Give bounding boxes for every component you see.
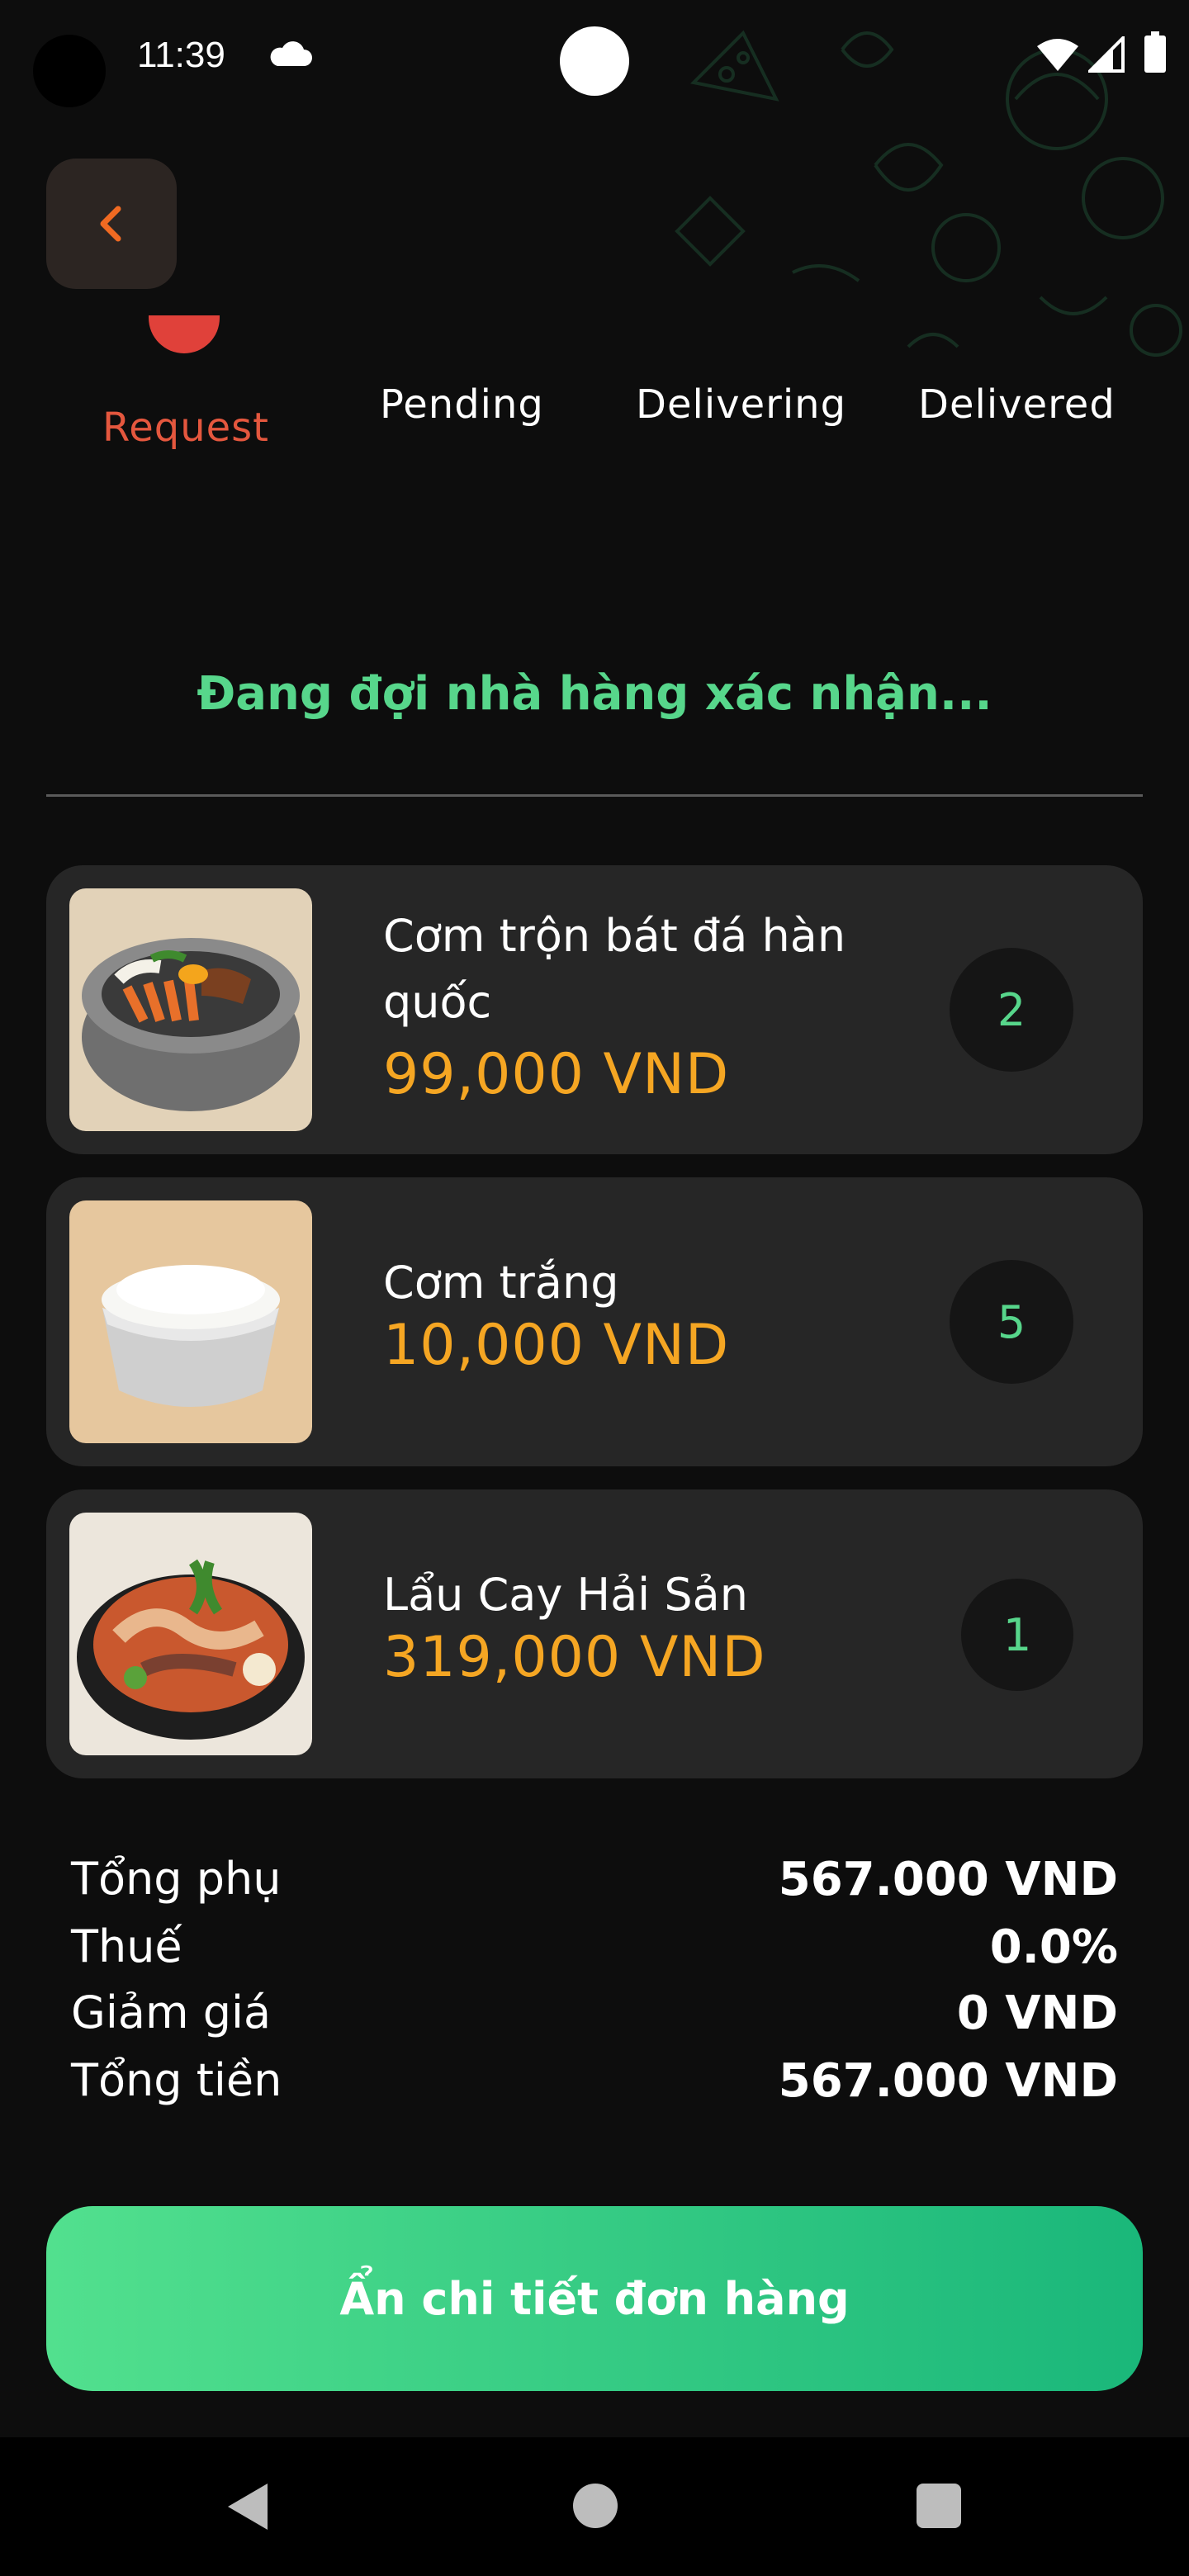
battery-icon — [1144, 31, 1166, 73]
subtotal-label: Tổng phụ — [71, 1853, 282, 1905]
order-item-card[interactable]: Lẩu Cay Hải Sản 319,000 VND 1 — [46, 1489, 1143, 1778]
camera-cutout — [33, 35, 106, 107]
divider — [46, 794, 1143, 797]
nav-home-icon[interactable] — [573, 2484, 618, 2528]
tax-label: Thuế — [71, 1920, 182, 1972]
item-name: Cơm trắng — [383, 1257, 619, 1309]
nav-recents-icon[interactable] — [917, 2484, 961, 2528]
subtotal-value: 567.000 VND — [778, 1853, 1118, 1906]
item-name: Lẩu Cay Hải Sản — [383, 1569, 748, 1621]
cloud-icon — [270, 41, 312, 66]
wifi-icon — [1037, 39, 1078, 71]
quantity-badge: 1 — [961, 1579, 1073, 1691]
step-pending: Pending — [380, 381, 544, 428]
item-price: 319,000 VND — [383, 1625, 766, 1690]
quantity-badge: 5 — [950, 1260, 1073, 1384]
status-bar: 11:39 — [0, 0, 1189, 116]
order-item-card[interactable]: Cơm trắng 10,000 VND 5 — [46, 1177, 1143, 1466]
step-request: Request — [102, 405, 269, 451]
order-tracking-screen: 11:39 Request Pending Delivering Deliver… — [0, 0, 1189, 2576]
system-navigation-bar — [0, 2437, 1189, 2576]
discount-label: Giảm giá — [71, 1986, 272, 2039]
step-delivering: Delivering — [636, 381, 847, 428]
tax-value: 0.0% — [989, 1920, 1118, 1974]
item-price: 99,000 VND — [383, 1042, 730, 1107]
hide-order-details-button[interactable]: Ẩn chi tiết đơn hàng — [46, 2206, 1143, 2391]
front-camera — [560, 26, 629, 96]
back-button[interactable] — [46, 159, 177, 289]
quantity-badge: 2 — [950, 948, 1073, 1072]
step-delivered: Delivered — [918, 381, 1116, 428]
chevron-left-icon — [100, 206, 121, 242]
item-price: 10,000 VND — [383, 1313, 730, 1378]
active-step-indicator — [149, 315, 220, 353]
total-value: 567.000 VND — [778, 2054, 1118, 2108]
status-time: 11:39 — [137, 35, 225, 75]
total-label: Tổng tiền — [71, 2054, 282, 2106]
food-image-rice — [69, 1200, 312, 1443]
nav-back-icon[interactable] — [223, 2480, 272, 2533]
hide-order-details-label: Ẩn chi tiết đơn hàng — [339, 2272, 850, 2325]
item-name: Cơm trộn bát đá hàn quốc — [383, 910, 846, 1028]
order-item-card[interactable]: Cơm trộn bát đá hàn quốc 99,000 VND 2 — [46, 865, 1143, 1154]
food-image-bibimbap — [69, 888, 312, 1131]
signal-icon — [1088, 36, 1125, 73]
order-status-message: Đang đợi nhà hàng xác nhận... — [197, 667, 992, 721]
food-image-hotpot — [69, 1513, 312, 1755]
discount-value: 0 VND — [956, 1986, 1118, 2040]
